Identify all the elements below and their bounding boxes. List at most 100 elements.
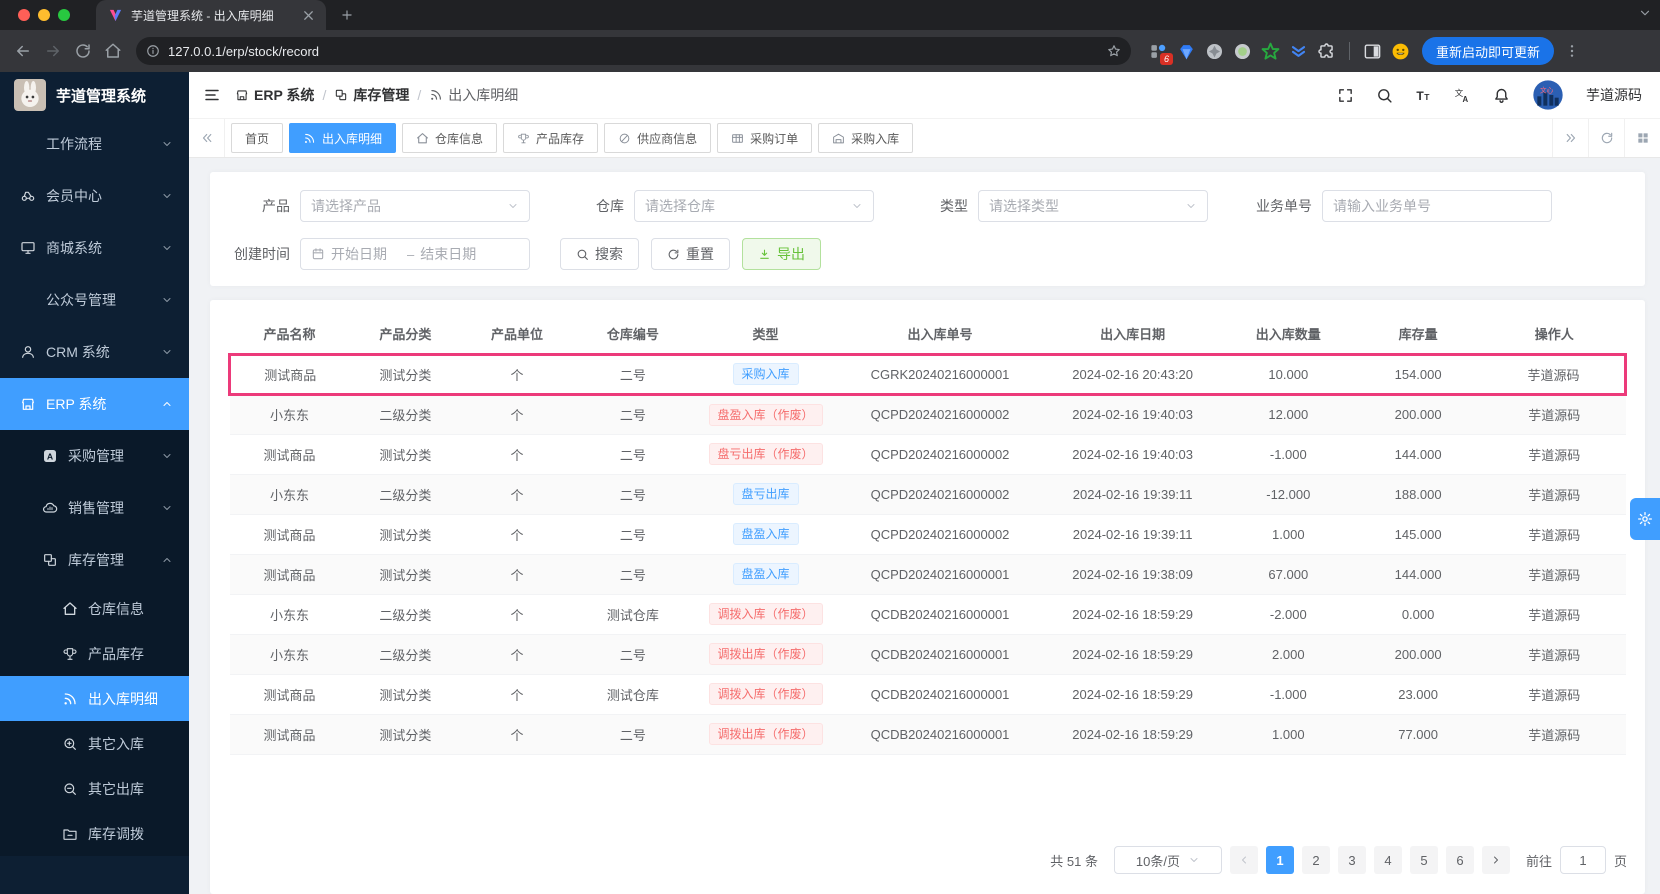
boxes-icon (42, 552, 58, 568)
date-start-input[interactable] (331, 246, 401, 262)
cell-qty: -2.000 (1223, 594, 1354, 635)
breadcrumb-item[interactable]: 库存管理 (334, 85, 409, 105)
user-avatar[interactable]: 文心 (1532, 79, 1564, 111)
sidebar-item-5[interactable]: ERP 系统 (0, 378, 189, 430)
cell-category: 测试分类 (349, 674, 462, 715)
content-area: 产品 仓库 类型 (189, 158, 1660, 894)
sidebar-item-4[interactable]: CRM 系统 (0, 326, 189, 378)
sidebar-item-8[interactable]: 库存管理 (0, 534, 189, 586)
warehouse-select-input[interactable] (645, 198, 851, 214)
back-button[interactable] (10, 38, 36, 64)
forward-button[interactable] (40, 38, 66, 64)
sidebar-item-2[interactable]: 商城系统 (0, 222, 189, 274)
page-button-2[interactable]: 2 (1301, 846, 1330, 874)
tab-首页[interactable]: 首页 (231, 123, 284, 153)
language-icon[interactable]: 文A (1454, 87, 1471, 104)
tab-出入库明细[interactable]: 出入库明细 (289, 123, 397, 153)
sidebar-item-9[interactable]: 仓库信息 (0, 586, 189, 631)
collapse-sidebar-icon[interactable] (203, 86, 221, 104)
tabs-refresh-button[interactable] (1588, 119, 1624, 157)
window-minimize-button[interactable] (38, 9, 50, 21)
search-button[interactable]: 搜索 (560, 238, 639, 270)
bizno-input-wrap[interactable] (1322, 190, 1552, 222)
browser-tab[interactable]: 芋道管理系统 - 出入库明细 (96, 0, 326, 30)
extension-star-icon[interactable] (1261, 42, 1280, 61)
date-end-input[interactable] (420, 246, 491, 262)
tab-仓库信息[interactable]: 仓库信息 (402, 123, 498, 153)
extension-gray-icon[interactable] (1205, 42, 1224, 61)
extension-gem-icon[interactable] (1177, 42, 1196, 61)
font-size-icon[interactable]: TT (1415, 87, 1432, 104)
tab-label: 采购订单 (750, 131, 799, 146)
tab-采购订单[interactable]: 采购订单 (717, 123, 813, 153)
search-icon[interactable] (1376, 87, 1393, 104)
fullscreen-icon[interactable] (1337, 87, 1354, 104)
page-button-4[interactable]: 4 (1373, 846, 1402, 874)
page-button-5[interactable]: 5 (1409, 846, 1438, 874)
app-logo-icon (14, 79, 46, 111)
sidebar-item-1[interactable]: 会员中心 (0, 170, 189, 222)
date-range-picker[interactable]: – (300, 238, 530, 270)
tab-采购入库[interactable]: 采购入库 (818, 123, 914, 153)
product-select-input[interactable] (311, 198, 507, 214)
tab-search-chevron[interactable] (1638, 6, 1652, 20)
sidebar-item-0[interactable]: 工作流程 (0, 118, 189, 170)
sidebar-item-6[interactable]: A 采购管理 (0, 430, 189, 482)
home-icon (62, 601, 78, 617)
tab-产品库存[interactable]: 产品库存 (503, 123, 599, 153)
address-bar[interactable]: 127.0.0.1/erp/stock/record (136, 37, 1131, 65)
bookmark-star-icon[interactable] (1107, 44, 1121, 58)
window-zoom-button[interactable] (58, 9, 70, 21)
profile-avatar-icon[interactable] (1391, 42, 1410, 61)
sidebar-item-3[interactable]: 公众号管理 (0, 274, 189, 326)
theme-settings-button[interactable] (1630, 498, 1660, 540)
reload-button[interactable] (70, 38, 96, 64)
extensions-menu-icon[interactable] (1317, 42, 1336, 61)
browser-update-button[interactable]: 重新启动即可更新 (1422, 37, 1555, 65)
prev-page-button[interactable] (1229, 846, 1258, 874)
extension-icon[interactable]: 6 (1149, 42, 1173, 65)
app-logo-row[interactable]: 芋道管理系统 (0, 72, 189, 118)
column-header: 产品单位 (461, 314, 573, 355)
tabs-scroll-right-button[interactable] (1552, 119, 1588, 157)
page-button-6[interactable]: 6 (1445, 846, 1474, 874)
page-button-1[interactable]: 1 (1265, 846, 1294, 874)
tab-供应商信息[interactable]: 供应商信息 (604, 123, 712, 153)
sidebar-item-14[interactable]: 库存调拨 (0, 811, 189, 856)
extension-chevrons-icon[interactable] (1289, 42, 1308, 61)
sidebar-item-10[interactable]: 产品库存 (0, 631, 189, 676)
extension-greendot-icon[interactable] (1233, 42, 1252, 61)
browser-menu-icon[interactable] (1564, 43, 1580, 59)
sidebar-item-12[interactable]: 其它入库 (0, 721, 189, 766)
username[interactable]: 芋道源码 (1586, 85, 1642, 105)
export-button[interactable]: 导出 (742, 238, 821, 270)
reset-button[interactable]: 重置 (651, 238, 730, 270)
product-select[interactable] (300, 190, 530, 222)
url-text[interactable]: 127.0.0.1/erp/stock/record (168, 44, 1099, 59)
tabs-scroll-left-button[interactable] (189, 119, 225, 157)
type-select-input[interactable] (989, 198, 1185, 214)
warehouse-select[interactable] (634, 190, 874, 222)
breadcrumb-item[interactable]: ERP 系统 (235, 85, 314, 105)
sidebar-item-11[interactable]: 出入库明细 (0, 676, 189, 721)
tabs-menu-button[interactable] (1624, 119, 1660, 157)
next-page-button[interactable] (1481, 846, 1510, 874)
new-tab-button[interactable] (340, 8, 354, 22)
type-select[interactable] (978, 190, 1208, 222)
page-size-select[interactable]: 10条/页 (1113, 846, 1222, 874)
goto-page-input[interactable] (1559, 846, 1606, 874)
side-panel-icon[interactable] (1363, 42, 1382, 61)
home-button[interactable] (100, 38, 126, 64)
breadcrumb-item[interactable]: 出入库明细 (429, 85, 518, 105)
cell-type: 调拨入库（作废） (692, 674, 839, 715)
sidebar-item-13[interactable]: 其它出库 (0, 766, 189, 811)
chevron-down-icon (161, 346, 173, 358)
notifications-icon[interactable] (1493, 87, 1510, 104)
page-button-3[interactable]: 3 (1337, 846, 1366, 874)
bizno-input[interactable] (1333, 198, 1541, 214)
cell-stock: 23.000 (1353, 674, 1484, 715)
site-info-icon[interactable] (146, 44, 160, 58)
sidebar-item-7[interactable]: 销售管理 (0, 482, 189, 534)
tab-close-icon[interactable] (301, 8, 316, 23)
window-close-button[interactable] (18, 9, 30, 21)
